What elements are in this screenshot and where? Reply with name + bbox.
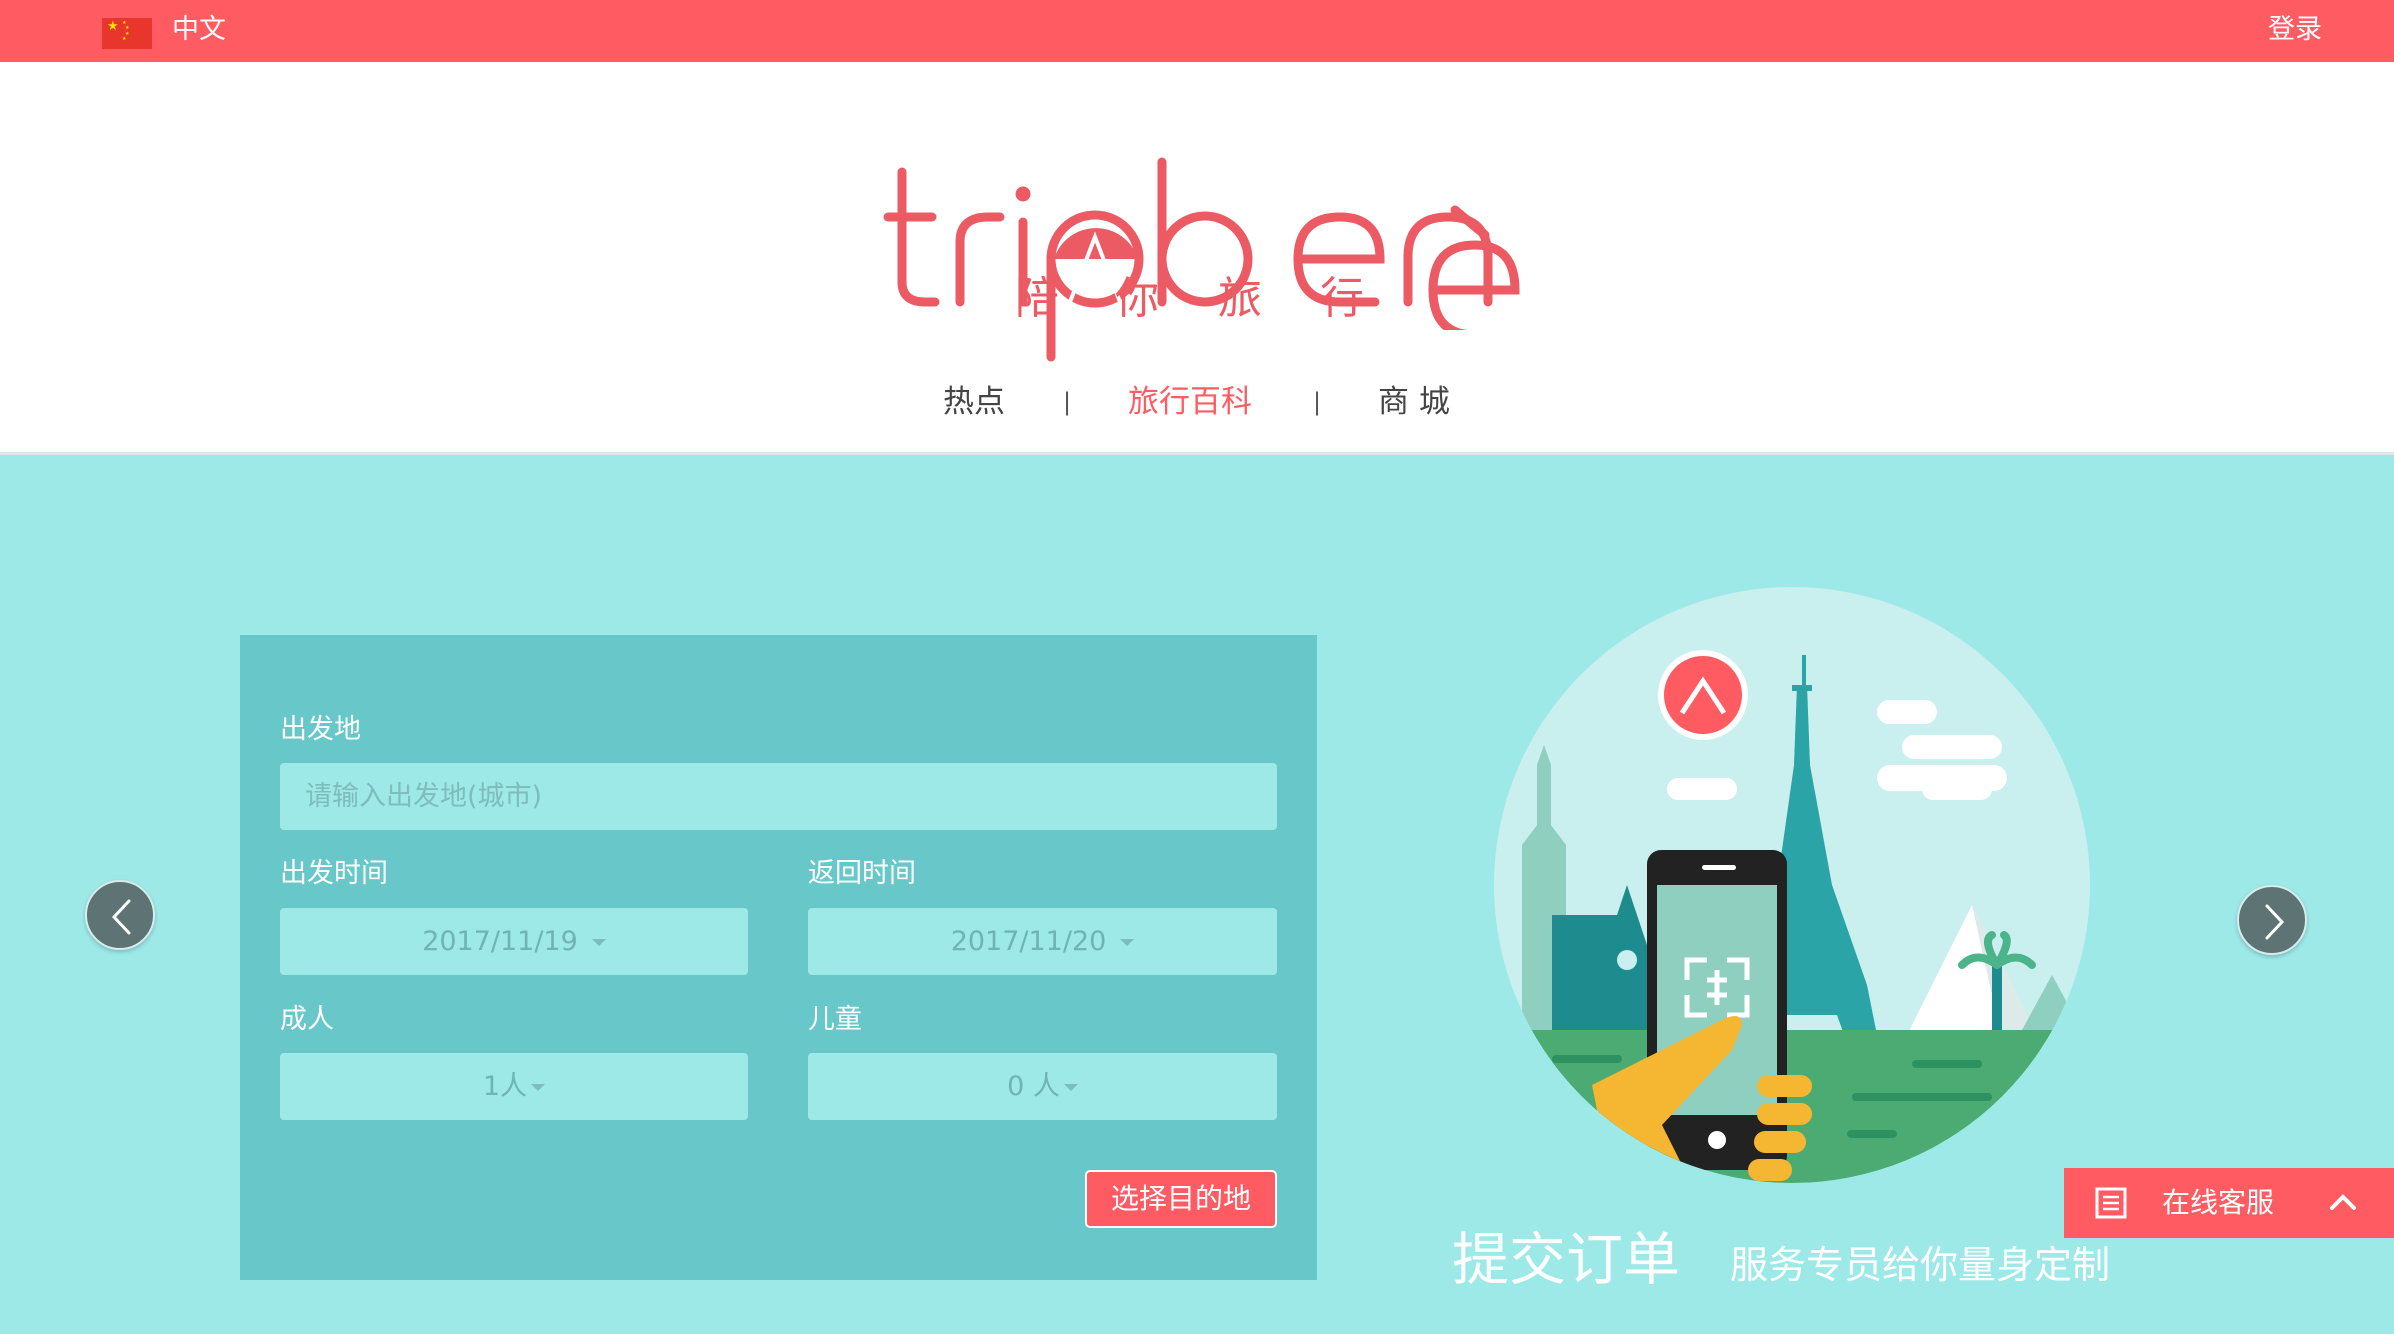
- chevron-left-icon: [111, 899, 131, 935]
- nav-item-hot[interactable]: 热点: [943, 377, 1005, 427]
- tagline-char: 你: [1115, 273, 1159, 324]
- adults-value: 1人: [482, 1071, 528, 1102]
- main-nav: 热点 | 旅行百科 | 商 城: [0, 377, 2394, 427]
- caret-down-icon: [531, 1084, 546, 1091]
- tagline-char: 旅: [1218, 273, 1262, 324]
- chevron-up-icon[interactable]: [2328, 1190, 2358, 1214]
- return-date-value: 2017/11/20: [950, 926, 1107, 957]
- children-value: 0 人: [1007, 1071, 1060, 1102]
- caret-down-icon: [1120, 939, 1135, 946]
- trip-search-form: 出发地 请输入出发地(城市) 出发时间 2017/11/19 返回时间 2017…: [240, 635, 1317, 1280]
- slogan-title: 提交订单: [1452, 1227, 1680, 1293]
- choose-destination-button[interactable]: 选择目的地: [1085, 1170, 1277, 1228]
- trip-bene-logo[interactable]: [880, 142, 1520, 392]
- return-date-select[interactable]: 2017/11/20: [808, 908, 1277, 975]
- list-icon: [2095, 1187, 2127, 1219]
- departure-label: 出发地: [280, 714, 361, 745]
- carousel-next-button[interactable]: [2237, 885, 2307, 955]
- online-service-widget[interactable]: 在线客服: [2064, 1168, 2394, 1238]
- caret-down-icon: [591, 939, 606, 946]
- children-label: 儿童: [808, 1004, 862, 1035]
- return-date-label: 返回时间: [808, 858, 916, 889]
- login-link[interactable]: 登录: [2268, 13, 2322, 47]
- caret-down-icon: [1063, 1084, 1078, 1091]
- depart-date-label: 出发时间: [280, 858, 388, 889]
- tagline-char: 行: [1320, 273, 1364, 324]
- depart-date-select[interactable]: 2017/11/19: [280, 908, 748, 975]
- nav-separator: |: [1313, 388, 1322, 416]
- china-flag-icon[interactable]: ★ ★ ★ ★ ★: [102, 18, 152, 49]
- children-select[interactable]: 0 人: [808, 1053, 1277, 1120]
- nav-item-mall[interactable]: 商 城: [1378, 377, 1450, 427]
- chevron-right-icon: [2265, 904, 2285, 940]
- language-selector[interactable]: 中文: [172, 13, 226, 47]
- tagline-char: 陪: [1015, 273, 1059, 324]
- departure-input[interactable]: 请输入出发地(城市): [280, 763, 1277, 830]
- depart-date-value: 2017/11/19: [422, 926, 578, 957]
- nav-separator: |: [1063, 388, 1072, 416]
- carousel-prev-button[interactable]: [85, 880, 155, 950]
- hero-banner: 出发地 请输入出发地(城市) 出发时间 2017/11/19 返回时间 2017…: [0, 452, 2394, 1334]
- e-grave-letter: [1428, 205, 1520, 330]
- online-service-label: 在线客服: [2162, 1186, 2275, 1219]
- adults-select[interactable]: 1人: [280, 1053, 748, 1120]
- site-header: 陪 你 旅 行 热点 | 旅行百科 | 商 城: [0, 62, 2394, 452]
- nav-item-travel-wiki[interactable]: 旅行百科: [1128, 377, 1252, 427]
- adults-label: 成人: [280, 1004, 334, 1035]
- tagline: 陪 你 旅 行: [1015, 272, 1385, 332]
- city-phone-illustration: [1494, 587, 2090, 1183]
- top-bar: ★ ★ ★ ★ ★ 中文 登录: [0, 0, 2394, 62]
- slogan-subtitle: 服务专员给你量身定制: [1730, 1243, 2111, 1287]
